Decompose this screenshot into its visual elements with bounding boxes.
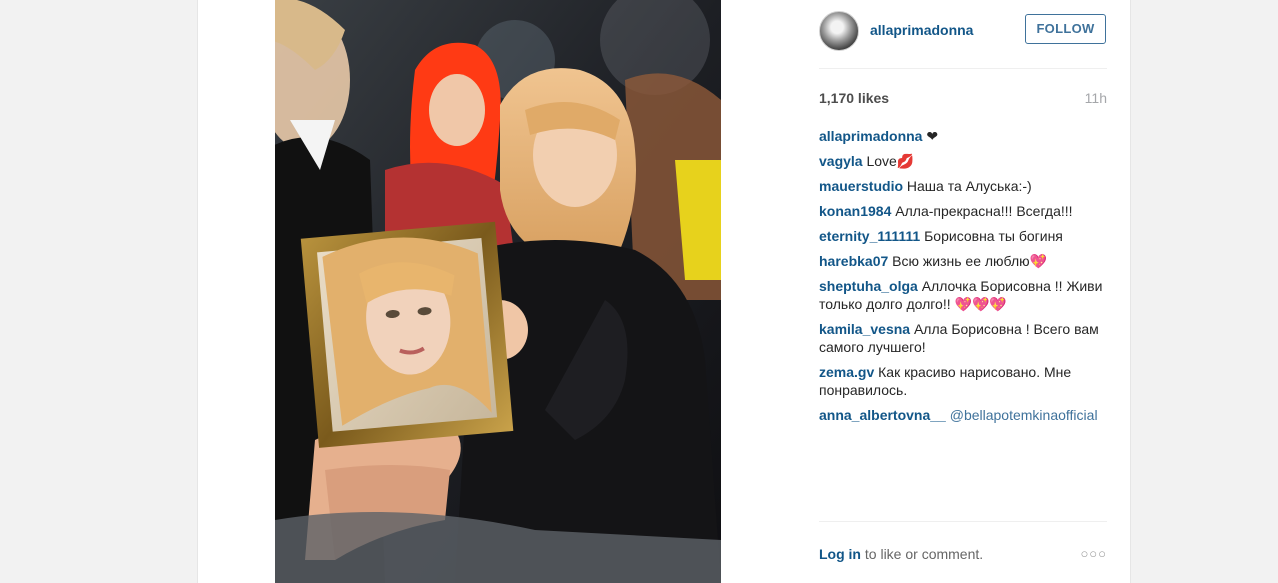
comment-username[interactable]: harebka07 <box>819 253 888 269</box>
comment-username[interactable]: anna_albertovna__ <box>819 407 946 423</box>
comment-item: allaprimadonna ❤ <box>819 127 1109 145</box>
comment-item: kamila_vesna Алла Борисовна ! Всего вам … <box>819 320 1109 356</box>
footer-divider <box>819 521 1107 522</box>
post-meta: 1,170 likes 11h <box>819 90 1107 108</box>
comment-text: Наша та Алуська:-) <box>906 178 1032 194</box>
comment-item: konan1984 Алла-прекрасна!!! Всегда!!! <box>819 202 1109 220</box>
follow-button[interactable]: FOLLOW <box>1025 14 1106 44</box>
post-photo[interactable] <box>275 0 721 583</box>
comment-list: allaprimadonna ❤ vagyla Love💋 mauerstudi… <box>819 127 1109 431</box>
comment-item: sheptuha_olga Аллочка Борисовна !! Живи … <box>819 277 1109 313</box>
comment-item: harebka07 Всю жизнь ее люблю💖 <box>819 252 1109 270</box>
post-sidebar: allaprimadonna FOLLOW 1,170 likes 11h al… <box>819 0 1109 583</box>
likes-count[interactable]: 1,170 likes <box>819 90 889 106</box>
photo-illustration <box>275 0 721 583</box>
header-divider <box>819 68 1107 69</box>
comment-text: Всю жизнь ее люблю💖 <box>892 253 1048 269</box>
comment-item: zema.gv Как красиво нарисовано. Мне понр… <box>819 363 1109 399</box>
post-time[interactable]: 11h <box>1085 90 1107 106</box>
post-header: allaprimadonna FOLLOW <box>819 10 1109 51</box>
comment-username[interactable]: eternity_111111 <box>819 228 920 244</box>
post-card: allaprimadonna FOLLOW 1,170 likes 11h al… <box>197 0 1131 583</box>
photo-area <box>198 0 796 583</box>
post-footer: Log in to like or comment. ○○○ <box>819 546 1107 566</box>
avatar[interactable] <box>819 11 859 51</box>
comment-username[interactable]: mauerstudio <box>819 178 903 194</box>
comment-text: ❤ <box>926 128 939 144</box>
comment-item: anna_albertovna__ @bellapotemkinaofficia… <box>819 406 1109 424</box>
login-link[interactable]: Log in <box>819 546 861 562</box>
comment-text: Love💋 <box>866 153 915 169</box>
comment-item: vagyla Love💋 <box>819 152 1109 170</box>
comment-item: eternity_111111 Борисовна ты богиня <box>819 227 1109 245</box>
comment-text: Борисовна ты богиня <box>924 228 1063 244</box>
owner-username[interactable]: allaprimadonna <box>870 22 973 38</box>
comment-username[interactable]: kamila_vesna <box>819 321 910 337</box>
more-options-icon[interactable]: ○○○ <box>1080 546 1107 561</box>
comment-text: Алла-прекрасна!!! Всегда!!! <box>895 203 1073 219</box>
comment-username[interactable]: allaprimadonna <box>819 128 922 144</box>
comment-username[interactable]: sheptuha_olga <box>819 278 918 294</box>
comment-mention[interactable]: @bellapotemkinaofficial <box>950 407 1098 423</box>
comment-username[interactable]: konan1984 <box>819 203 891 219</box>
comment-username[interactable]: vagyla <box>819 153 863 169</box>
comment-username[interactable]: zema.gv <box>819 364 874 380</box>
comment-item: mauerstudio Наша та Алуська:-) <box>819 177 1109 195</box>
login-hint: to like or comment. <box>861 546 984 562</box>
